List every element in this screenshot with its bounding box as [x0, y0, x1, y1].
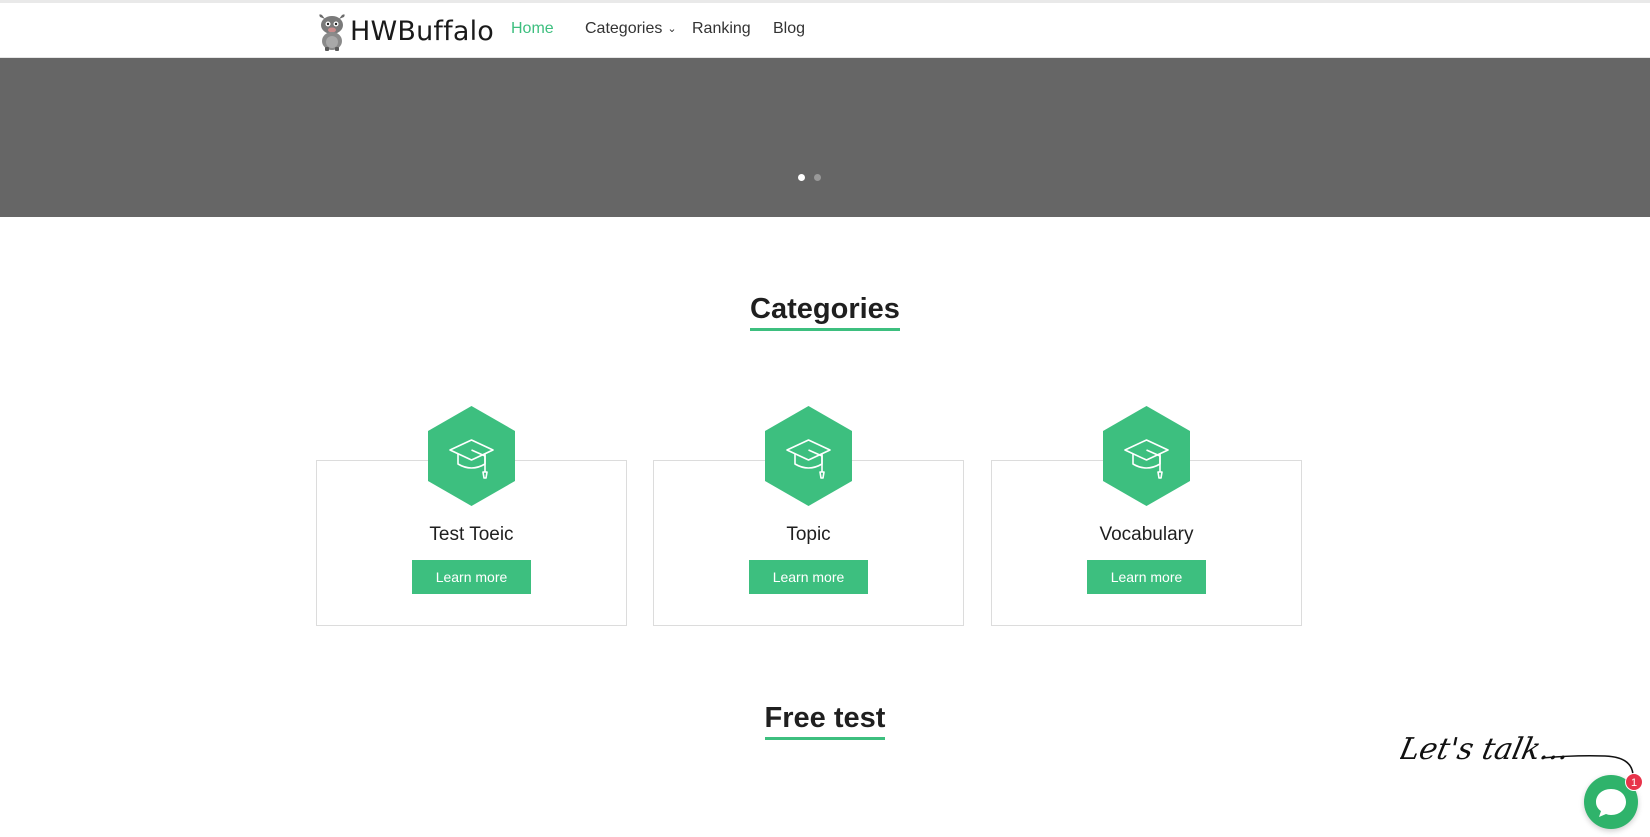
carousel-dot-2[interactable]: [814, 174, 821, 181]
nav-ranking[interactable]: Ranking: [692, 20, 751, 38]
category-card-vocabulary: Vocabulary Learn more: [991, 406, 1302, 626]
buffalo-logo-icon: [319, 14, 345, 51]
learn-more-button-test-toeic[interactable]: Learn more: [412, 560, 531, 594]
nav-blog[interactable]: Blog: [773, 20, 805, 38]
category-title: Vocabulary: [1099, 524, 1194, 545]
category-title: Topic: [786, 524, 831, 545]
chat-notification-badge: 1: [1625, 773, 1643, 791]
free-test-heading-text: Free test: [764, 702, 886, 740]
categories-heading-text: Categories: [750, 293, 900, 331]
carousel-indicators: [798, 174, 821, 181]
nav-home[interactable]: Home: [511, 20, 554, 38]
brand-name: HWBuffalo: [350, 15, 495, 47]
brand-link[interactable]: HWBuffalo: [316, 11, 494, 51]
navbar: HWBuffalo Home Categories ⌄ Ranking Blog: [0, 3, 1650, 58]
chat-widget: Let's talk... 1: [1400, 725, 1650, 837]
learn-more-button-vocabulary[interactable]: Learn more: [1087, 560, 1206, 594]
chevron-down-icon: ⌄: [667, 23, 677, 35]
graduation-cap-icon: [765, 406, 852, 506]
graduation-cap-icon: [1103, 406, 1190, 506]
category-card-test-toeic: Test Toeic Learn more: [316, 406, 627, 626]
category-card-topic: Topic Learn more: [653, 406, 964, 626]
learn-more-button-topic[interactable]: Learn more: [749, 560, 868, 594]
category-title: Test Toeic: [429, 524, 514, 545]
graduation-cap-icon: [428, 406, 515, 506]
categories-heading: Categories: [0, 293, 1650, 331]
lets-talk-text: Let's talk...: [1400, 732, 1573, 767]
hero-carousel: [0, 58, 1650, 217]
nav-categories-label: Categories: [585, 20, 663, 37]
nav-categories[interactable]: Categories ⌄: [585, 20, 677, 38]
carousel-dot-1[interactable]: [798, 174, 805, 181]
